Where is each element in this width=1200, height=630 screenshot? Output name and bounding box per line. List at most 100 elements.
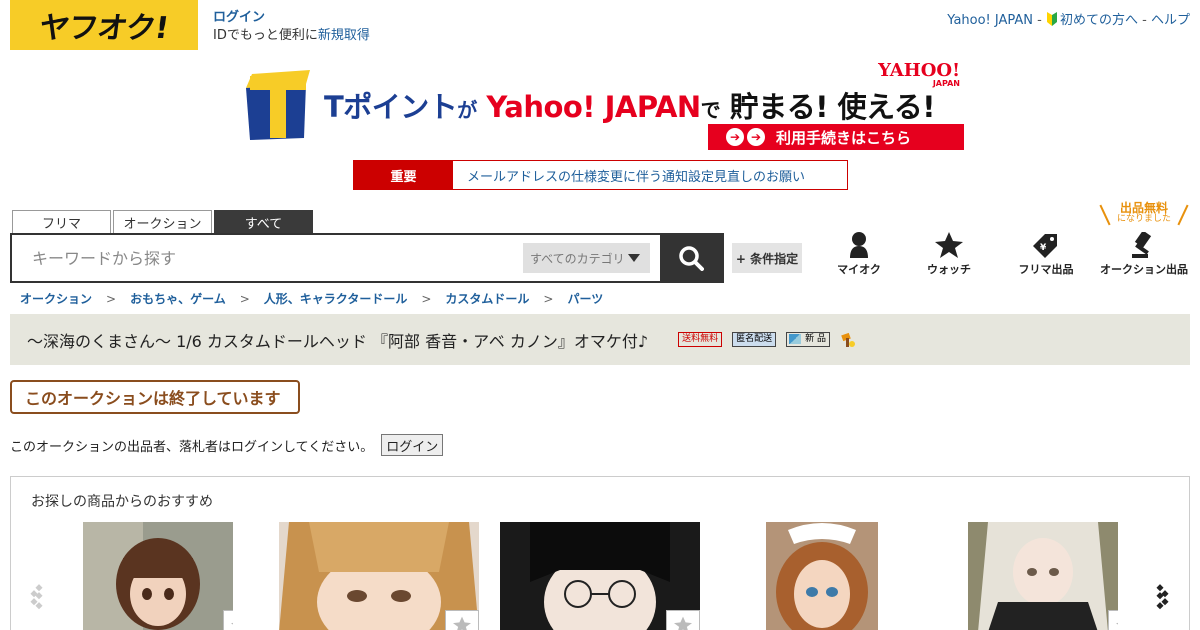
banner-headline: Tポイントが Yahoo! JAPANで 貯まる! 使える! bbox=[324, 84, 935, 126]
recommendations-panel: お探しの商品からのおすすめ bbox=[10, 476, 1190, 630]
star-icon bbox=[935, 232, 963, 258]
tab-auction[interactable]: オークション bbox=[113, 210, 212, 234]
nav-auction-listing[interactable]: オークション出品 bbox=[1094, 232, 1194, 277]
watch-button[interactable] bbox=[666, 610, 700, 630]
tab-flea[interactable]: フリマ bbox=[12, 210, 111, 234]
breadcrumb-item[interactable]: オークション bbox=[20, 292, 92, 306]
yahuoku-logo[interactable]: ヤフオク! bbox=[10, 0, 198, 50]
price-tag-icon: ¥ bbox=[1033, 234, 1057, 258]
breadcrumb-separator: > bbox=[239, 292, 250, 306]
link-separator: - bbox=[1138, 13, 1151, 28]
breadcrumb-item[interactable]: パーツ bbox=[567, 292, 603, 306]
login-button[interactable]: ログイン bbox=[381, 434, 444, 456]
banner-cta-button[interactable]: ➔ ➔ 利用手続きはこちら bbox=[708, 124, 964, 150]
nav-flea-listing[interactable]: ¥ フリマ出品 bbox=[996, 232, 1096, 277]
banner-cta-label: 利用手続きはこちら bbox=[776, 128, 912, 147]
search-box: すべてのカテゴリ bbox=[10, 233, 724, 283]
hammer-mascot-icon bbox=[841, 332, 855, 347]
item-title: ～深海のくまさん～ 1/6 カスタムドールヘッド 『阿部 香音・アベ カノン』オ… bbox=[27, 331, 649, 351]
star-icon bbox=[231, 622, 233, 625]
arrow-right-icon: ➔ bbox=[726, 128, 744, 146]
login-prompt-text: このオークションの出品者、落札者はログインしてください。 bbox=[10, 439, 374, 455]
watch-button[interactable] bbox=[445, 610, 479, 630]
nav-myauction[interactable]: マイオク bbox=[809, 232, 909, 277]
banner-tamaru-text: 貯まる! 使える! bbox=[729, 90, 936, 124]
free-listing-badge: 出品無料 になりました bbox=[1102, 202, 1186, 224]
doll-photo bbox=[968, 522, 1118, 630]
carousel-prev-icon[interactable] bbox=[27, 581, 47, 611]
recommendation-item[interactable] bbox=[500, 522, 700, 630]
help-link[interactable]: ヘルプ bbox=[1151, 13, 1190, 28]
breadcrumb-item[interactable]: カスタムドール bbox=[445, 292, 529, 306]
notice-message[interactable]: メールアドレスの仕様変更に伴う通知設定見直しのお願い bbox=[453, 161, 847, 189]
watch-button[interactable] bbox=[1108, 610, 1118, 630]
banner-tpoint-text: Tポイント bbox=[324, 90, 458, 124]
breadcrumb-separator: > bbox=[421, 292, 432, 306]
svg-text:¥: ¥ bbox=[1040, 243, 1047, 253]
carousel-next-icon[interactable] bbox=[1153, 581, 1173, 611]
breadcrumb-separator: > bbox=[543, 292, 554, 306]
free-listing-sub: になりました bbox=[1116, 214, 1171, 224]
breadcrumb: オークション > おもちゃ、ゲーム > 人形、キャラクタードール > カスタムドール > パーツ bbox=[20, 290, 603, 307]
yahoo-mini-sub: JAPAN bbox=[932, 79, 960, 88]
yahoo-japan-link[interactable]: Yahoo! JAPAN bbox=[947, 13, 1033, 28]
auction-ended-label: このオークションは終了しています bbox=[10, 380, 300, 414]
gavel-icon bbox=[1132, 232, 1152, 258]
recommendation-item[interactable] bbox=[83, 522, 233, 630]
watch-button[interactable] bbox=[223, 610, 233, 630]
tpoint-banner[interactable]: T Tポイントが Yahoo! JAPANで 貯まる! 使える! YAHOO! … bbox=[246, 62, 964, 152]
category-select-label: すべてのカテゴリ bbox=[530, 251, 625, 266]
breadcrumb-item[interactable]: おもちゃ、ゲーム bbox=[130, 292, 226, 306]
nav-myauction-label: マイオク bbox=[837, 263, 881, 276]
breadcrumb-item[interactable]: 人形、キャラクタードール bbox=[264, 292, 408, 306]
nav-auction-listing-label: オークション出品 bbox=[1100, 263, 1188, 276]
nav-watch-label: ウォッチ bbox=[927, 263, 971, 276]
banner-yahoo-text: Yahoo! JAPAN bbox=[486, 90, 701, 124]
t-point-logo-icon: T bbox=[246, 70, 310, 140]
nav-flea-listing-label: フリマ出品 bbox=[1018, 263, 1074, 276]
recommendation-item[interactable] bbox=[968, 522, 1118, 630]
star-icon bbox=[674, 616, 692, 630]
search-tabs: フリマ オークション すべて bbox=[12, 210, 315, 234]
banner-de-text: で bbox=[700, 98, 721, 122]
chevron-down-icon bbox=[627, 254, 640, 262]
login-area: ログイン IDでもっと便利に新規取得 bbox=[213, 9, 370, 45]
logo-text: ヤフオク! bbox=[37, 11, 171, 46]
free-shipping-badge: 送料無料 bbox=[678, 332, 723, 347]
item-title-bar: ～深海のくまさん～ 1/6 カスタムドールヘッド 『阿部 香音・アベ カノン』オ… bbox=[10, 314, 1190, 365]
register-link[interactable]: 新規取得 bbox=[318, 28, 370, 43]
person-icon bbox=[850, 232, 868, 258]
search-button[interactable] bbox=[660, 235, 722, 281]
breadcrumb-separator: > bbox=[106, 292, 117, 306]
important-notice[interactable]: 重要 メールアドレスの仕様変更に伴う通知設定見直しのお願い bbox=[353, 160, 848, 190]
doll-photo bbox=[83, 522, 233, 630]
beginner-mark-icon bbox=[1047, 12, 1057, 26]
login-prompt: このオークションの出品者、落札者はログインしてください。 ログイン bbox=[10, 434, 444, 456]
new-item-badge: 新 品 bbox=[786, 332, 830, 347]
yahoo-japan-mini-logo: YAHOO! JAPAN bbox=[878, 62, 960, 88]
top-links: Yahoo! JAPAN - 初めての方へ - ヘルプ bbox=[947, 9, 1190, 28]
recommendation-item[interactable] bbox=[279, 522, 479, 630]
yahoo-mini-text: YAHOO! bbox=[878, 60, 960, 81]
star-icon bbox=[1116, 622, 1118, 625]
category-select[interactable]: すべてのカテゴリ bbox=[523, 243, 650, 273]
notice-tag: 重要 bbox=[354, 161, 453, 189]
arrow-right-icon: ➔ bbox=[747, 128, 765, 146]
search-icon bbox=[679, 246, 704, 271]
login-link[interactable]: ログイン bbox=[213, 10, 265, 25]
link-separator: - bbox=[1033, 13, 1046, 28]
id-text: IDでもっと便利に bbox=[213, 28, 318, 43]
recommendation-item[interactable] bbox=[766, 522, 878, 630]
tab-all[interactable]: すべて bbox=[214, 210, 313, 234]
search-input[interactable] bbox=[12, 235, 523, 281]
item-badges: 送料無料 匿名配送 新 品 bbox=[678, 332, 856, 348]
recommendations-title: お探しの商品からのおすすめ bbox=[31, 494, 213, 510]
anonymous-shipping-badge: 匿名配送 bbox=[732, 332, 777, 347]
beginners-link[interactable]: 初めての方へ bbox=[1060, 13, 1138, 28]
banner-ga-text: が bbox=[457, 98, 477, 122]
nav-watch[interactable]: ウォッチ bbox=[899, 232, 999, 277]
free-listing-text: 出品無料 bbox=[1119, 201, 1168, 215]
condition-button[interactable]: + 条件指定 bbox=[732, 243, 802, 273]
doll-photo bbox=[766, 522, 878, 630]
star-icon bbox=[453, 616, 471, 630]
